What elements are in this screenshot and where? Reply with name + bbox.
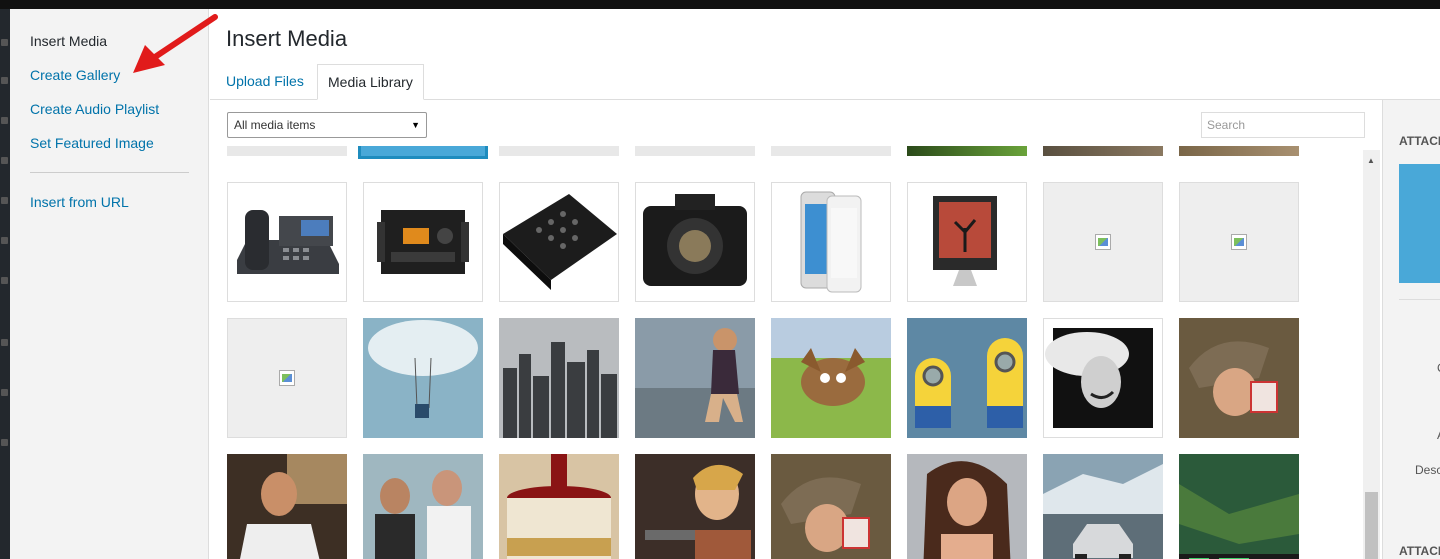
media-menu: Insert Media Create Gallery Create Audio… bbox=[10, 9, 209, 559]
attachment-thumb-city-skyline[interactable] bbox=[499, 318, 619, 438]
chevron-down-icon: ▼ bbox=[411, 120, 420, 130]
scrollbar-thumb[interactable] bbox=[1365, 492, 1378, 559]
attachment-thumb-child-with-cup[interactable] bbox=[1179, 318, 1299, 438]
attachment-thumb[interactable] bbox=[1043, 146, 1163, 156]
attachments-grid bbox=[210, 146, 1382, 559]
menu-item-insert-from-url[interactable]: Insert from URL bbox=[30, 194, 129, 210]
attachment-thumb-two-men[interactable] bbox=[363, 454, 483, 559]
grid-scrollbar[interactable]: ▲ bbox=[1363, 150, 1380, 559]
attachment-preview bbox=[1399, 164, 1440, 283]
attachment-thumb[interactable] bbox=[907, 146, 1027, 156]
attachment-details-sidebar: ATTACH C A Desc ATTACH bbox=[1382, 100, 1440, 559]
attachment-thumb-man-in-car[interactable] bbox=[227, 454, 347, 559]
description-label: Desc bbox=[1415, 463, 1440, 477]
attachment-details-heading: ATTACH bbox=[1399, 134, 1440, 148]
tab-upload-files[interactable]: Upload Files bbox=[216, 64, 314, 100]
admin-bar bbox=[0, 0, 1440, 9]
attachment-thumb-smartphone[interactable] bbox=[771, 182, 891, 302]
attachment-thumb[interactable] bbox=[227, 146, 347, 156]
admin-menu-edge bbox=[0, 9, 10, 559]
menu-separator bbox=[30, 172, 189, 173]
attachment-thumb-selected[interactable] bbox=[361, 146, 485, 156]
frame-title: Insert Media bbox=[226, 26, 348, 51]
search-input[interactable] bbox=[1201, 112, 1365, 138]
attachment-thumb-girl-on-swing[interactable] bbox=[363, 318, 483, 438]
attachment-thumb-desk-phone[interactable] bbox=[227, 182, 347, 302]
attachment-thumb[interactable] bbox=[635, 146, 755, 156]
menu-item-create-audio-playlist[interactable]: Create Audio Playlist bbox=[30, 101, 159, 117]
annotation-arrow-icon bbox=[133, 14, 218, 73]
menu-item-insert-media[interactable]: Insert Media bbox=[30, 33, 107, 49]
attachment-thumb[interactable] bbox=[771, 146, 891, 156]
attachment-thumb-broken-image[interactable] bbox=[1179, 182, 1299, 302]
attachment-thumb[interactable] bbox=[499, 146, 619, 156]
media-filter-value: All media items bbox=[234, 118, 316, 132]
attachment-display-heading: ATTACH bbox=[1399, 544, 1440, 558]
broken-image-icon bbox=[1231, 234, 1247, 250]
attachment-thumb[interactable] bbox=[1179, 146, 1299, 156]
attachment-thumb-broken-image[interactable] bbox=[1043, 182, 1163, 302]
attachment-thumb-game-screenshot[interactable] bbox=[1179, 454, 1299, 559]
broken-image-icon bbox=[1095, 234, 1111, 250]
attachment-thumb-audio-recorder[interactable] bbox=[363, 182, 483, 302]
tab-media-library[interactable]: Media Library bbox=[317, 64, 424, 100]
attachment-thumb-broken-image[interactable] bbox=[227, 318, 347, 438]
attachment-thumb-dslr-camera[interactable] bbox=[635, 182, 755, 302]
attachment-thumb-minions[interactable] bbox=[907, 318, 1027, 438]
attachment-thumb-child-with-cup[interactable] bbox=[771, 454, 891, 559]
menu-item-set-featured-image[interactable]: Set Featured Image bbox=[30, 135, 154, 151]
attachment-thumb-cartoon-archer[interactable] bbox=[635, 454, 755, 559]
attachment-thumb-race-car[interactable] bbox=[1043, 454, 1163, 559]
attachment-thumb-woman-portrait[interactable] bbox=[907, 454, 1027, 559]
menu-item-create-gallery[interactable]: Create Gallery bbox=[30, 67, 120, 83]
broken-image-icon bbox=[279, 370, 295, 386]
attachment-thumb-woman-in-hat[interactable] bbox=[1043, 318, 1163, 438]
attachment-thumb-woman-sitting[interactable] bbox=[635, 318, 755, 438]
scroll-up-icon[interactable]: ▲ bbox=[1367, 156, 1375, 165]
attachment-thumb-desktop-monitor[interactable] bbox=[907, 182, 1027, 302]
sidebar-divider bbox=[1399, 299, 1440, 300]
attachment-thumb-cartoon-creature[interactable] bbox=[771, 318, 891, 438]
media-filter-select[interactable]: All media items ▼ bbox=[227, 112, 427, 138]
media-modal: Insert Media Create Gallery Create Audio… bbox=[10, 9, 1440, 559]
attachment-thumb-dj-mixer[interactable] bbox=[499, 182, 619, 302]
attachment-thumb-paint-can[interactable] bbox=[499, 454, 619, 559]
